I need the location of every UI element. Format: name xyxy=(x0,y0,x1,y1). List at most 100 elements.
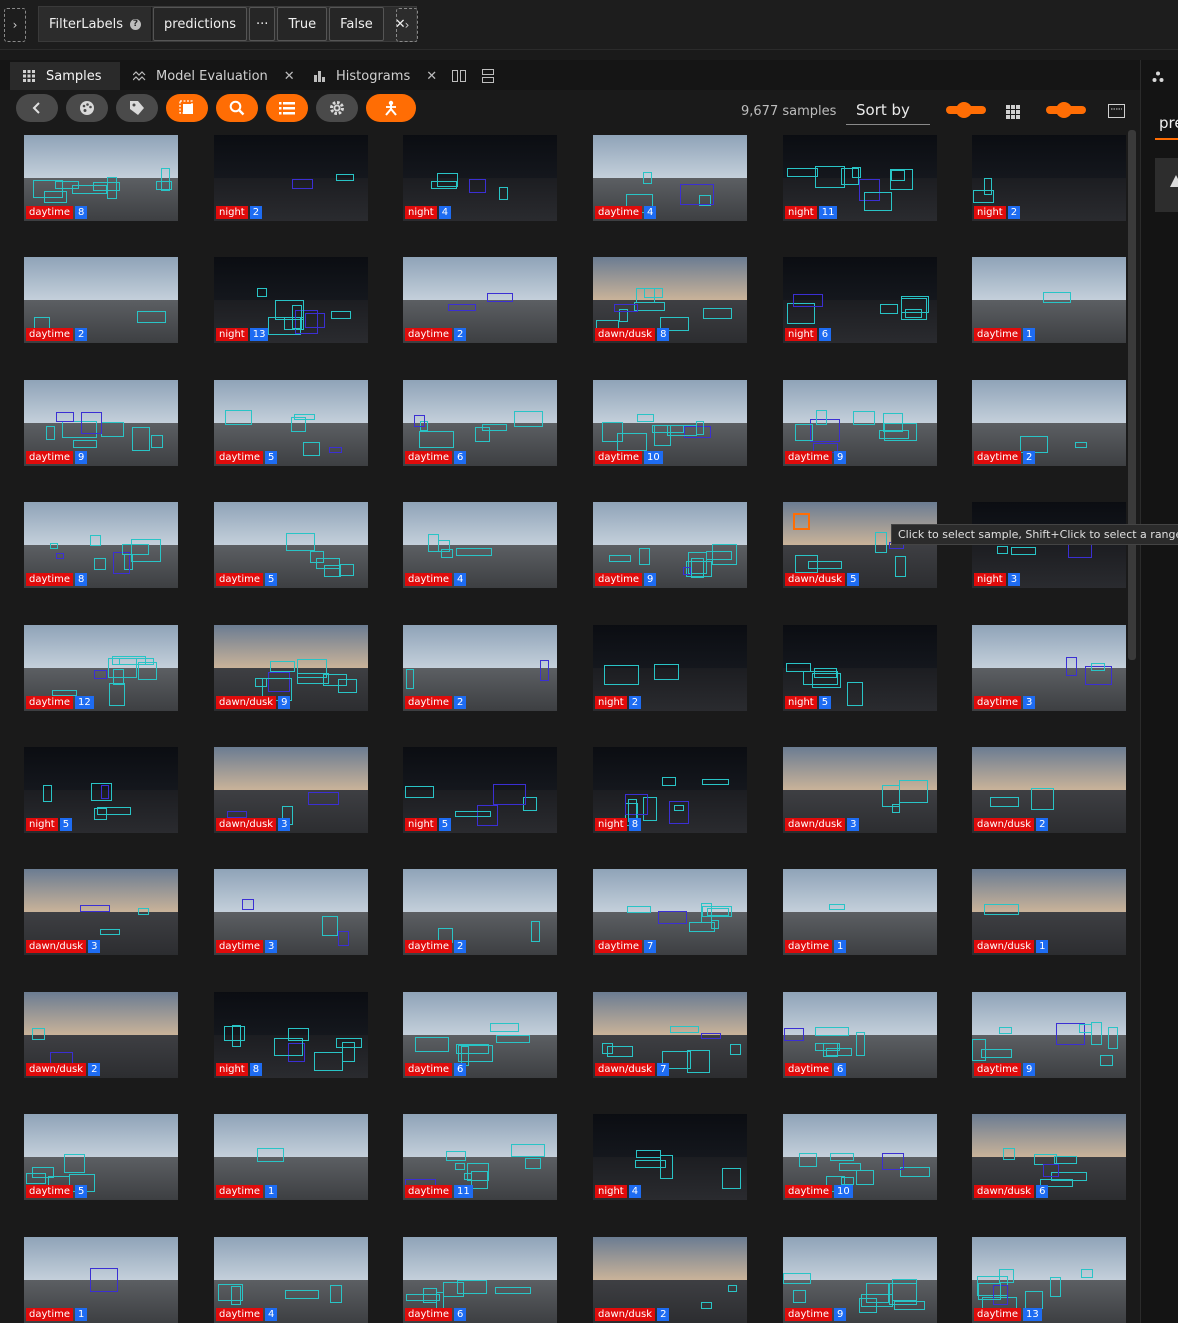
close-icon[interactable]: ✕ xyxy=(426,69,437,84)
tag-button[interactable] xyxy=(116,94,158,122)
bounding-box xyxy=(1031,788,1054,810)
sample-tile[interactable]: daytime 6 xyxy=(403,1237,557,1323)
sample-tile[interactable]: daytime 5 xyxy=(214,380,368,466)
sample-tile[interactable]: daytime 2 xyxy=(24,257,178,343)
sample-tile[interactable]: daytime 7 xyxy=(593,869,747,955)
sample-tile[interactable]: dawn/dusk 7 xyxy=(593,992,747,1078)
select-samples-button[interactable] xyxy=(166,94,208,122)
sample-tile[interactable]: daytime 5 xyxy=(24,1114,178,1200)
grid-zoom-slider[interactable] xyxy=(1046,102,1086,118)
sample-tile[interactable]: daytime 4 xyxy=(403,502,557,588)
sample-tile[interactable]: night 4 xyxy=(403,135,557,221)
opacity-slider[interactable] xyxy=(946,102,986,118)
sample-tile[interactable]: dawn/dusk 3 xyxy=(783,747,937,833)
sample-tile[interactable]: daytime 8 xyxy=(24,135,178,221)
sample-tile[interactable]: dawn/dusk 2 xyxy=(593,1237,747,1323)
sample-tile[interactable]: daytime 9 xyxy=(24,380,178,466)
sample-tile[interactable]: daytime 10 xyxy=(593,380,747,466)
sample-tile[interactable]: daytime 13 xyxy=(972,1237,1126,1323)
sample-tile[interactable]: dawn/dusk 9 xyxy=(214,625,368,711)
timeofday-label: daytime xyxy=(974,328,1021,341)
sample-tile[interactable]: night 11 xyxy=(783,135,937,221)
similarity-button[interactable] xyxy=(366,94,416,122)
grid-zoom-icon[interactable] xyxy=(1006,104,1020,123)
sample-tile[interactable]: daytime 9 xyxy=(783,1237,937,1323)
sample-tile[interactable]: daytime 2 xyxy=(403,257,557,343)
sample-tile[interactable]: daytime 1 xyxy=(214,1114,368,1200)
sample-tile[interactable]: night 2 xyxy=(214,135,368,221)
sample-tile[interactable]: daytime 2 xyxy=(403,625,557,711)
sample-tile[interactable]: daytime 1 xyxy=(783,869,937,955)
sample-tile[interactable]: daytime 10 xyxy=(783,1114,937,1200)
sample-tile[interactable]: daytime 4 xyxy=(593,135,747,221)
help-icon[interactable]: ? xyxy=(130,18,142,30)
prediction-count: 2 xyxy=(75,328,88,341)
sample-tile[interactable]: daytime 2 xyxy=(403,869,557,955)
sample-tile[interactable]: daytime 1 xyxy=(24,1237,178,1323)
sample-tile[interactable]: night 5 xyxy=(403,747,557,833)
sample-tile[interactable]: daytime 6 xyxy=(403,992,557,1078)
tab-histograms[interactable]: Histograms ✕ xyxy=(300,62,442,90)
sample-tile[interactable]: dawn/dusk 8 xyxy=(593,257,747,343)
tab-samples[interactable]: Samples xyxy=(10,62,120,90)
sample-tile[interactable]: daytime 5 xyxy=(214,502,368,588)
tab-model-evaluation[interactable]: Model Evaluation ✕ xyxy=(120,62,296,90)
search-button[interactable] xyxy=(216,94,258,122)
sample-tile[interactable]: daytime 12 xyxy=(24,625,178,711)
sample-tile[interactable]: daytime 1 xyxy=(972,257,1126,343)
sample-tile[interactable]: dawn/dusk 2 xyxy=(24,992,178,1078)
sample-tile[interactable]: daytime 6 xyxy=(783,992,937,1078)
sample-tile[interactable]: daytime 3 xyxy=(214,869,368,955)
split-vertical-icon[interactable] xyxy=(482,62,496,90)
back-button[interactable] xyxy=(16,94,58,122)
sample-tile[interactable]: dawn/dusk 3 xyxy=(214,747,368,833)
panel-menu-icon[interactable] xyxy=(1152,68,1164,87)
sample-tile[interactable]: dawn/dusk 2 xyxy=(972,747,1126,833)
expand-left-icon[interactable]: › xyxy=(4,8,26,42)
sample-tile[interactable]: daytime 2 xyxy=(972,380,1126,466)
sample-tile[interactable]: night 2 xyxy=(593,625,747,711)
sample-tile[interactable]: night 4 xyxy=(593,1114,747,1200)
settings-button[interactable] xyxy=(316,94,358,122)
grid-scrollbar[interactable] xyxy=(1128,130,1136,660)
false-toggle[interactable]: False xyxy=(329,7,384,41)
bounding-box xyxy=(826,1048,852,1056)
fullscreen-icon[interactable] xyxy=(1108,103,1125,122)
prediction-count: 4 xyxy=(454,573,467,586)
sample-tile[interactable]: dawn/dusk 6 xyxy=(972,1114,1126,1200)
sample-tile[interactable]: daytime 9 xyxy=(593,502,747,588)
more-options-button[interactable]: ··· xyxy=(249,7,276,41)
sample-tile[interactable]: dawn/dusk 1 xyxy=(972,869,1126,955)
sample-tile[interactable]: dawn/dusk 3 xyxy=(24,869,178,955)
select-checkbox[interactable] xyxy=(793,513,810,530)
patches-button[interactable] xyxy=(266,94,308,122)
sample-tile[interactable]: night 6 xyxy=(783,257,937,343)
sample-tile[interactable]: daytime 3 xyxy=(972,625,1126,711)
slider-handle[interactable] xyxy=(1056,102,1072,118)
sample-tile[interactable]: night 5 xyxy=(24,747,178,833)
sample-tile[interactable]: daytime 8 xyxy=(24,502,178,588)
sample-tile[interactable]: night 5 xyxy=(783,625,937,711)
sample-tag: night 2 xyxy=(974,206,1021,219)
slider-handle[interactable] xyxy=(956,102,972,118)
sample-tile[interactable]: daytime 9 xyxy=(972,992,1126,1078)
close-icon[interactable]: ✕ xyxy=(284,69,295,84)
sample-tile[interactable]: daytime 11 xyxy=(403,1114,557,1200)
panel-tab[interactable]: pre xyxy=(1155,100,1178,140)
sample-tile[interactable]: night 8 xyxy=(214,992,368,1078)
sample-tile[interactable]: night 13 xyxy=(214,257,368,343)
stage-field-predictions[interactable]: predictions xyxy=(153,7,248,41)
prediction-count: 10 xyxy=(644,451,663,464)
stage-filterlabels[interactable]: FilterLabels ? xyxy=(39,7,153,41)
true-toggle[interactable]: True xyxy=(277,7,328,41)
sample-tile[interactable]: daytime 4 xyxy=(214,1237,368,1323)
expand-right-icon[interactable]: › xyxy=(396,8,418,42)
sample-tile[interactable]: daytime 9 xyxy=(783,380,937,466)
sample-tile[interactable]: night 2 xyxy=(972,135,1126,221)
sample-tile[interactable]: daytime 6 xyxy=(403,380,557,466)
color-scheme-button[interactable] xyxy=(66,94,108,122)
sample-tile[interactable]: night 8 xyxy=(593,747,747,833)
sample-tile[interactable]: night 3 xyxy=(972,502,1126,588)
sort-by-select[interactable]: Sort by xyxy=(846,95,930,125)
split-horizontal-icon[interactable] xyxy=(452,62,468,90)
